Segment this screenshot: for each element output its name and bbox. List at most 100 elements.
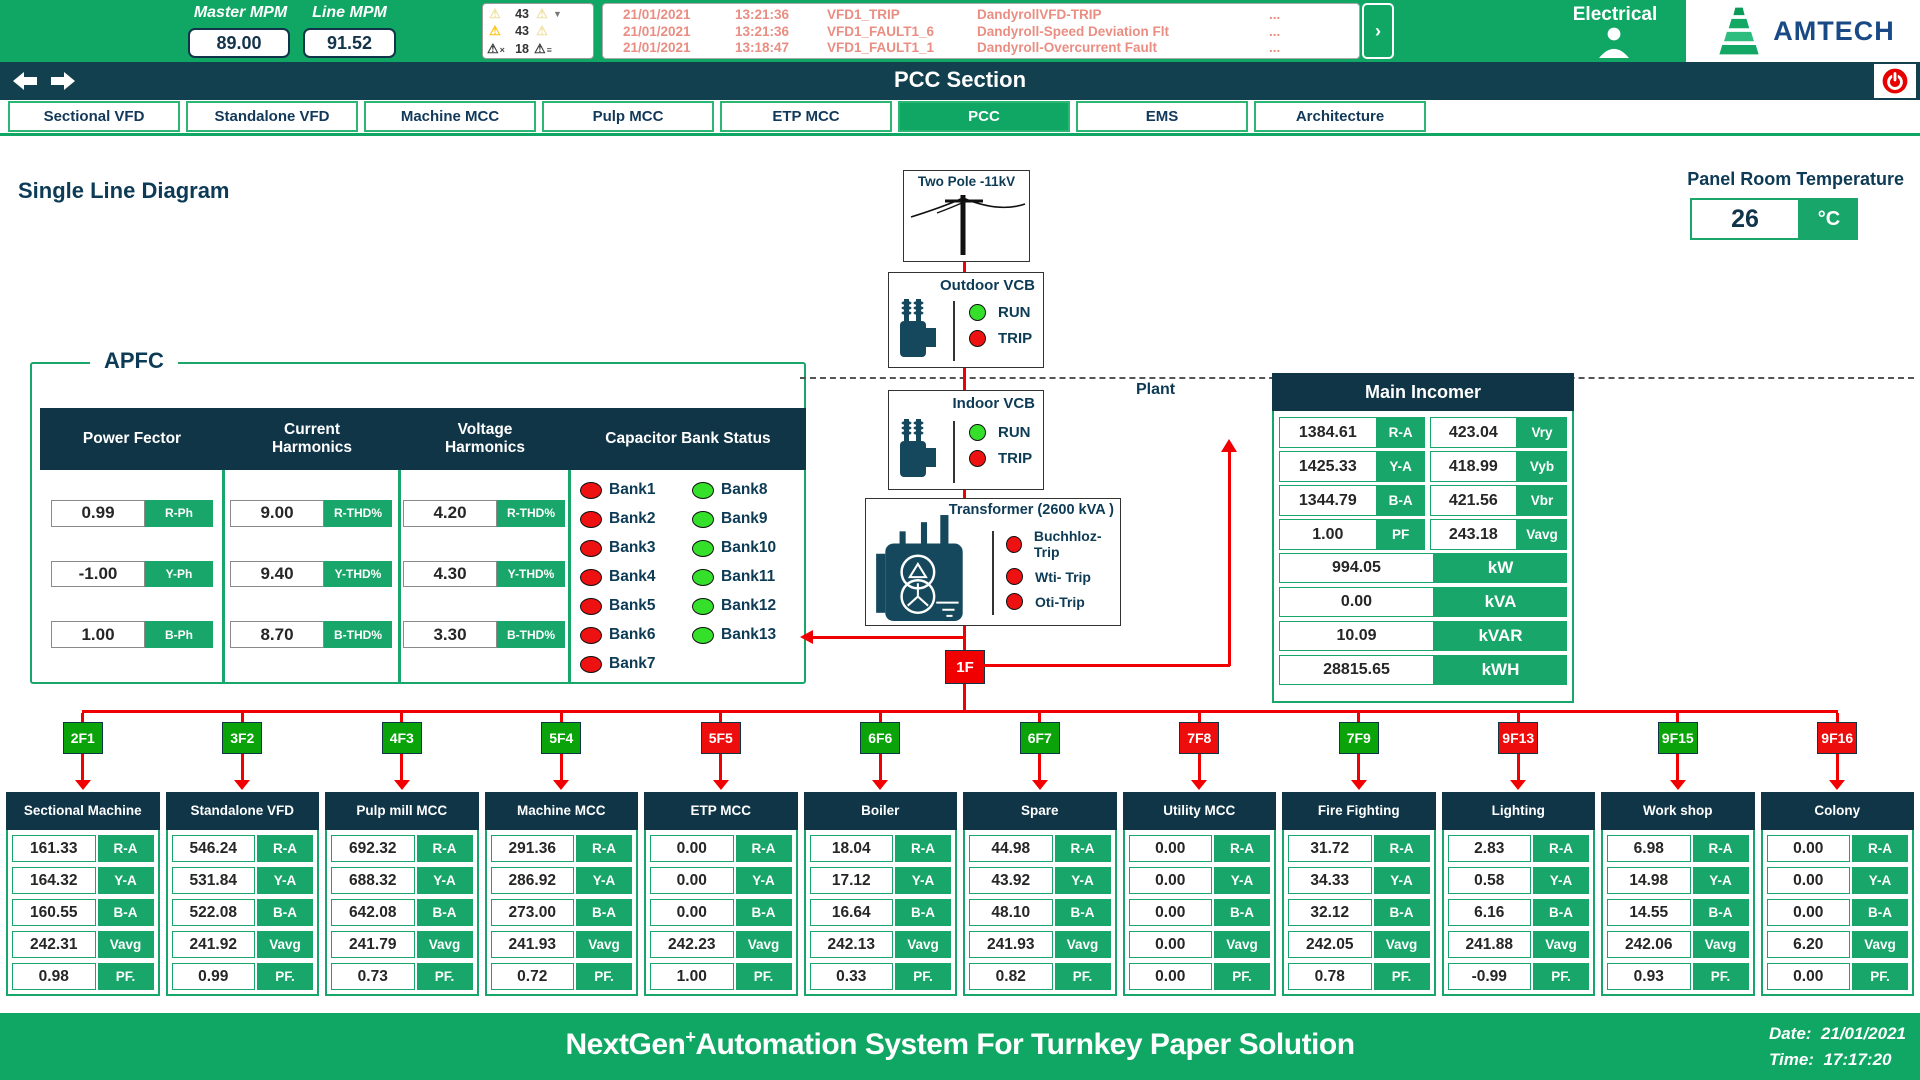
tab-standalone-vfd[interactable]: Standalone VFD [186, 101, 358, 132]
feeder-tag-6f7[interactable]: 6F7 [1020, 722, 1060, 754]
temp-unit: °C [1800, 198, 1858, 240]
feeder-arrow [1510, 780, 1526, 790]
feeder-panel-fire-fighting: Fire Fighting31.72R-A34.33Y-A32.12B-A242… [1282, 792, 1436, 996]
panel-value: 0.00 [1129, 867, 1213, 894]
incomer-value: 243.18 [1430, 519, 1517, 550]
alarm-count: 43 [503, 7, 529, 21]
panel-body: 546.24R-A531.84Y-A522.08B-A241.92Vavg0.9… [166, 830, 320, 996]
chevron-down-icon[interactable]: ▼ [553, 9, 562, 19]
feeder-tag-5f5[interactable]: 5F5 [701, 722, 741, 754]
tab-etp-mcc[interactable]: ETP MCC [720, 101, 892, 132]
panel-value-label: PF. [1374, 963, 1430, 990]
footer-datetime: Date: 21/01/2021 Time: 17:17:20 [1769, 1021, 1906, 1072]
feeder-tag-5f4[interactable]: 5F4 [541, 722, 581, 754]
apfc-value: 0.99 [51, 500, 145, 527]
panel-value-row: 688.32Y-A [331, 867, 473, 894]
apfc-value-row: 4.20R-THD% [403, 500, 565, 527]
feeder-stub-line [879, 713, 882, 722]
feeder-tag-4f3[interactable]: 4F3 [382, 722, 422, 754]
incomer-value-label: PF [1377, 519, 1425, 550]
feeder-tag-9f15[interactable]: 9F15 [1658, 722, 1698, 754]
panel-value-row: 164.32Y-A [12, 867, 154, 894]
tab-pulp-mcc[interactable]: Pulp MCC [542, 101, 714, 132]
panel-body: 692.32R-A688.32Y-A642.08B-A241.79Vavg0.7… [325, 830, 479, 996]
warning-sound-icon: ⚠ [534, 6, 550, 22]
panel-value-label: B-A [1693, 899, 1749, 926]
incomer-unit-label: kVA [1434, 587, 1567, 617]
alarm-count: 18 [503, 42, 529, 56]
column-header: Voltage Harmonics [400, 408, 570, 470]
bank-label: Bank5 [609, 597, 656, 615]
feeder-tag-3f2[interactable]: 3F2 [222, 722, 262, 754]
incomer-feed-line [1228, 451, 1231, 666]
feeder-stub-line [241, 713, 244, 722]
transformer-trip-row: Wti- Trip [1006, 568, 1120, 585]
incomer-value: 418.99 [1430, 451, 1517, 482]
panel-body: 0.00R-A0.00Y-A0.00B-A242.23Vavg1.00PF. [644, 830, 798, 996]
panel-value-row: 43.92Y-A [969, 867, 1111, 894]
apfc-value-label: Y-THD% [324, 561, 392, 588]
panel-value: 242.23 [650, 931, 734, 958]
alarm-description: Dandyroll-Overcurrent Fault [977, 40, 1269, 55]
panel-value-row: 0.00Y-A [1767, 867, 1909, 894]
feeder-cell: 7F9 [1282, 713, 1436, 790]
bank-label: Bank6 [609, 626, 656, 644]
panel-value-row: 0.72PF. [491, 963, 633, 990]
bank-label: Bank3 [609, 539, 656, 557]
panel-value-row: 273.00B-A [491, 899, 633, 926]
panel-value-label: Vavg [736, 931, 792, 958]
panel-value-label: B-A [576, 899, 632, 926]
bank-label: Bank8 [721, 481, 768, 499]
apfc-value-row: 8.70B-THD% [230, 621, 392, 648]
panel-value-row: 242.06Vavg [1607, 931, 1749, 958]
line-mpm-value: 91.52 [303, 28, 396, 58]
feeder-tag-2f1[interactable]: 2F1 [63, 722, 103, 754]
incomer-row: 1425.33Y-A418.99Vyb [1279, 451, 1567, 482]
panel-value-row: 18.04R-A [810, 835, 952, 862]
tab-architecture[interactable]: Architecture [1254, 101, 1426, 132]
incomer-breaker-tag: 1F [945, 650, 985, 684]
feeder-tag-9f16[interactable]: 9F16 [1817, 722, 1857, 754]
brand-name: AMTECH [1773, 16, 1895, 47]
feeder-tag-7f9[interactable]: 7F9 [1339, 722, 1379, 754]
feeder-panel-boiler: Boiler18.04R-A17.12Y-A16.64B-A242.13Vavg… [804, 792, 958, 996]
panel-value: 16.64 [810, 899, 894, 926]
bank-status-row: Bank7 [580, 654, 656, 674]
feeder-panels-row: Sectional Machine161.33R-A164.32Y-A160.5… [0, 792, 1920, 996]
warning-list-icon: ⚠≡ [534, 41, 550, 57]
bank-led [580, 656, 602, 673]
tab-ems[interactable]: EMS [1076, 101, 1248, 132]
panel-value-row: 34.33Y-A [1288, 867, 1430, 894]
page-title: Single Line Diagram [18, 178, 230, 204]
tab-sectional-vfd[interactable]: Sectional VFD [8, 101, 180, 132]
bank-status-row: Bank4 [580, 567, 656, 587]
alarm-next-button[interactable]: › [1362, 3, 1394, 59]
panel-value-label: Vavg [576, 931, 632, 958]
panel-value-label: R-A [257, 835, 313, 862]
tab-machine-mcc[interactable]: Machine MCC [364, 101, 536, 132]
panel-value: 18.04 [810, 835, 894, 862]
feeder-tag-6f6[interactable]: 6F6 [860, 722, 900, 754]
feeder-drop-line [560, 754, 563, 780]
incomer-feed-arrow [1221, 439, 1237, 452]
feeder-cell: 9F15 [1601, 713, 1755, 790]
tab-pcc[interactable]: PCC [898, 101, 1070, 132]
alarm-tag: VFD1_FAULT1_6 [827, 24, 977, 39]
feeder-tag-9f13[interactable]: 9F13 [1498, 722, 1538, 754]
alarm-summary[interactable]: ⚠ 43 ⚠ ▼ ⚠ 43 ⚠ ⚠× 18 ⚠≡ [482, 3, 594, 59]
power-button[interactable] [1874, 64, 1916, 98]
incomer-energy-row: 994.05kW [1279, 553, 1567, 583]
bank-status-row: Bank8 [692, 480, 776, 500]
feeder-tag-7f8[interactable]: 7F8 [1179, 722, 1219, 754]
apfc-value-label: R-Ph [145, 500, 213, 527]
feeder-stub-line [400, 713, 403, 722]
footer-title-sup: + [685, 1027, 695, 1047]
feeder-panel-sectional-machine: Sectional Machine161.33R-A164.32Y-A160.5… [6, 792, 160, 996]
panel-value-label: PF. [1852, 963, 1908, 990]
panel-value-row: 2.83R-A [1448, 835, 1590, 862]
bank-led [692, 482, 714, 499]
apfc-value: 3.30 [403, 621, 497, 648]
incomer-value: 423.04 [1430, 417, 1517, 448]
alarm-count: 43 [503, 24, 529, 38]
operator-icon [1594, 26, 1634, 63]
